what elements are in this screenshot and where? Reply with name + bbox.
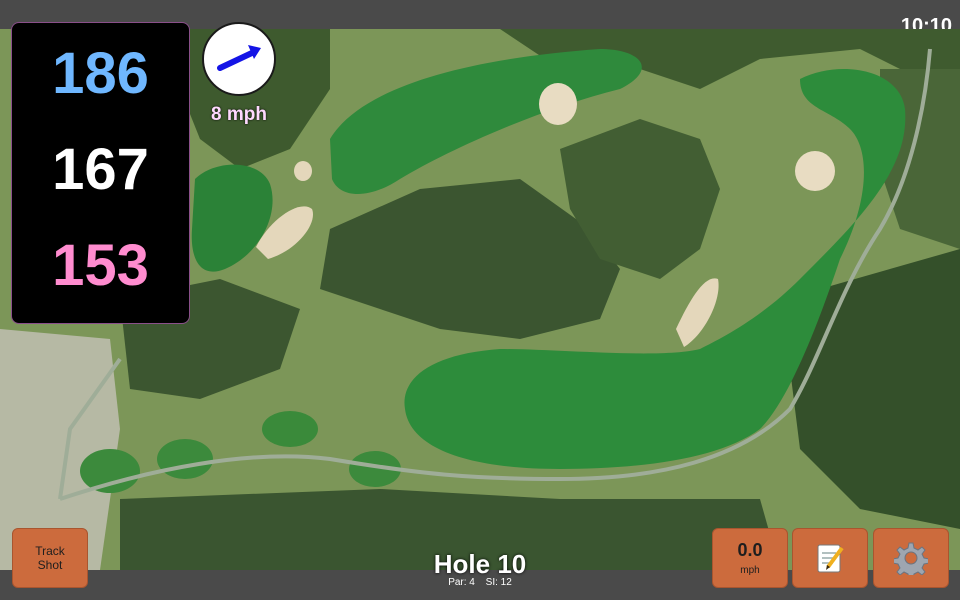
distance-front: 153 [52,233,149,298]
tee-box-1 [80,449,140,493]
track-shot-label-2: Shot [37,558,63,572]
tee-box-2 [157,439,213,479]
hole-info: Par: 4 SI: 12 [380,577,580,588]
hole-title: Hole 10 [433,549,527,579]
track-shot-button[interactable]: Track Shot [12,528,88,588]
track-shot-label-1: Track [35,544,65,558]
notes-button[interactable] [792,528,868,588]
notepad-icon [817,544,844,573]
bunker-2 [294,161,312,181]
distance-middle: 167 [52,137,149,202]
speed-button[interactable]: 0.0 mph [712,528,788,588]
bunker-4 [795,151,835,191]
tee-box-3 [262,411,318,447]
wind-speed: 8 mph [211,104,267,125]
speed-value: 0.0 [737,540,763,560]
bunker-1 [539,83,577,125]
hole-stroke-index: SI: 12 [485,577,512,588]
distance-panel: 186 167 153 [11,22,190,324]
speed-unit: mph [740,565,760,576]
arrow-up-right-icon [217,45,261,71]
hole-par: Par: 4 [448,577,475,588]
distance-back: 186 [52,41,149,106]
settings-button[interactable] [873,528,949,588]
wind-direction-dial [202,22,276,96]
gear-icon [894,542,928,575]
